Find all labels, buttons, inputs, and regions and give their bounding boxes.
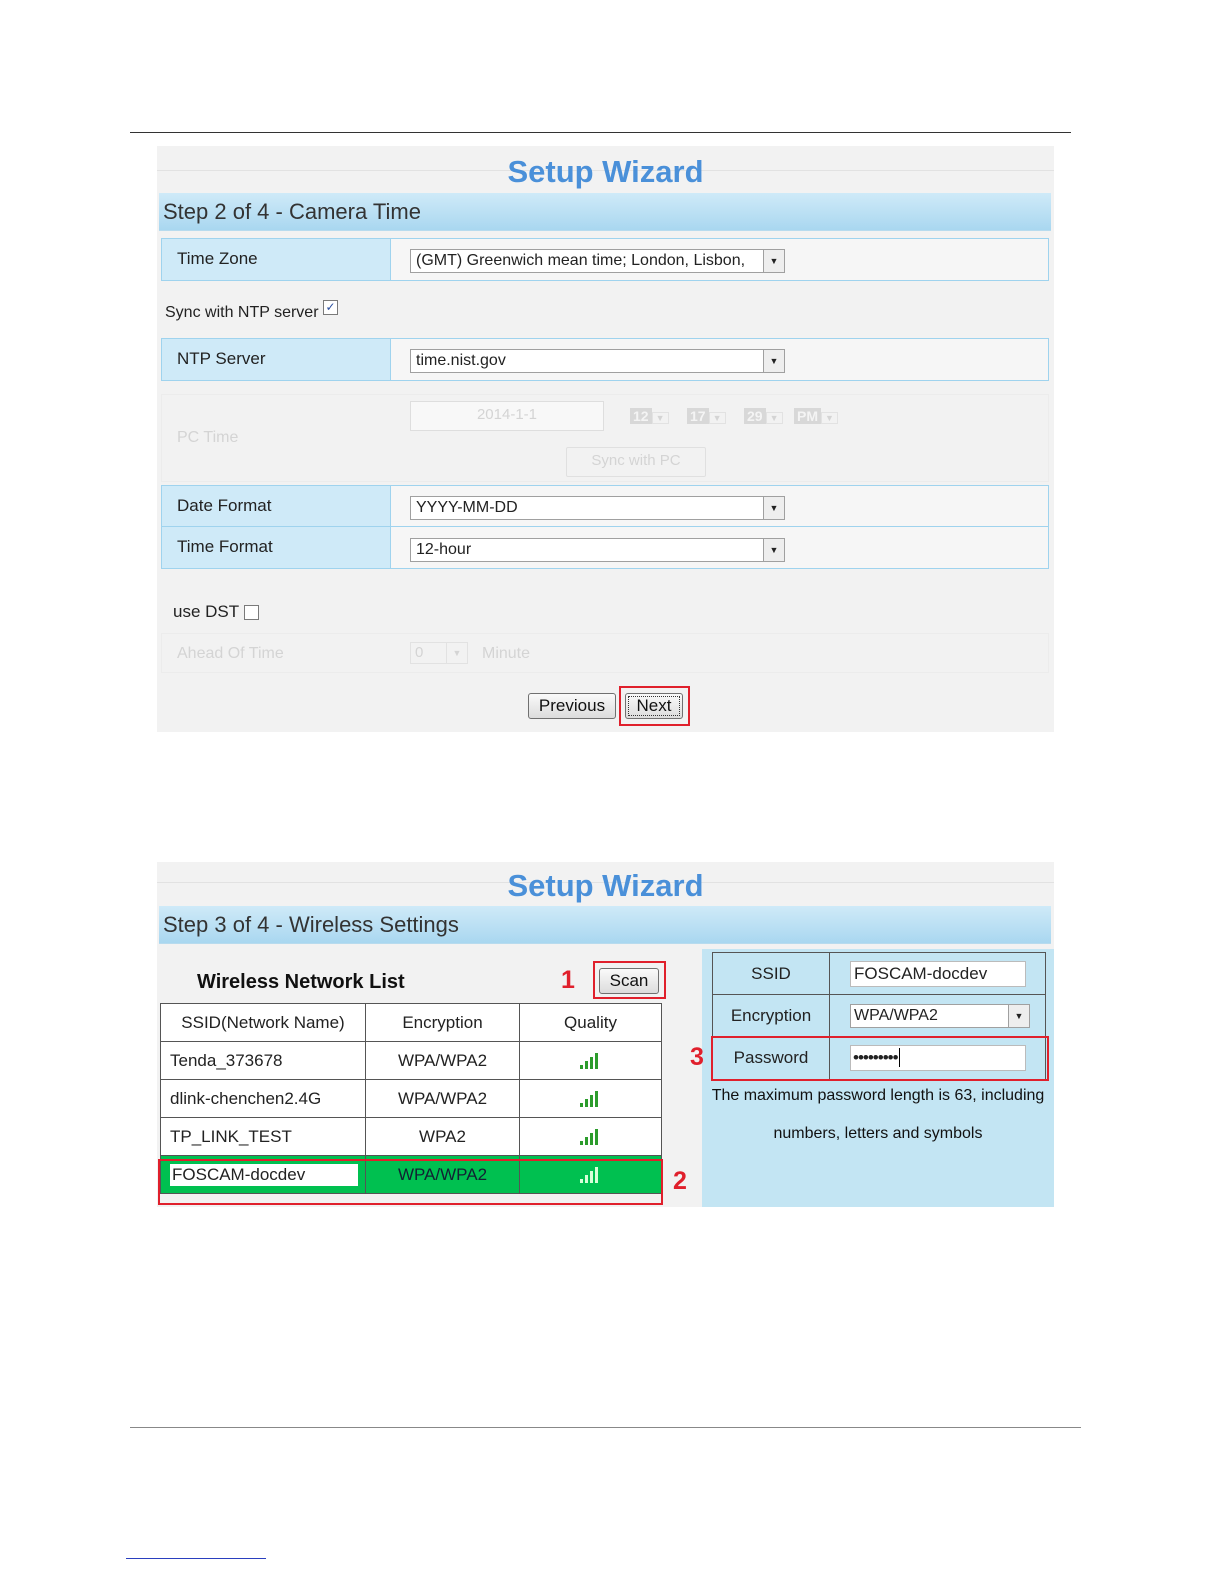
ssid-label: SSID [712,952,830,995]
ahead-of-time-value: 0 [415,644,424,661]
pc-hour-select: 12 ▼ [630,407,669,425]
step-header: Step 3 of 4 - Wireless Settings [159,906,1051,944]
scan-button[interactable]: Scan [599,968,659,994]
table-row[interactable]: TP_LINK_TEST WPA2 [160,1117,662,1156]
pc-time-row: PC Time 2014-1-1 12 ▼ 17 ▼ 29 ▼ PM ▼ Sync wi… [161,394,1049,482]
ntp-server-label: NTP Server [162,339,391,380]
ssid-input[interactable]: FOSCAM-docdev [850,960,1026,987]
column-header-encryption: Encryption [365,1003,520,1042]
annotation-1: 1 [561,966,575,994]
pc-ampm-value: PM [794,408,821,424]
network-ssid: dlink-chenchen2.4G [160,1079,366,1118]
chevron-down-icon[interactable]: ▼ [763,250,784,272]
date-format-value: YYYY-MM-DD [416,499,518,516]
footer-link-underline [126,1558,266,1559]
network-ssid: Tenda_373678 [160,1041,366,1080]
column-header-ssid: SSID(Network Name) [160,1003,366,1042]
password-note: The maximum password length is 63, inclu… [702,1077,1054,1153]
encryption-row: Encryption WPA/WPA2 ▼ [712,994,1046,1037]
table-header: SSID(Network Name) Encryption Quality [160,1003,662,1042]
chevron-down-icon[interactable]: ▼ [763,497,784,519]
wizard-title: Setup Wizard [507,868,704,903]
pc-hour-value: 12 [630,408,652,424]
previous-button[interactable]: Previous [528,693,616,719]
network-list-title: Wireless Network List [197,971,405,993]
chevron-down-icon: ▼ [708,412,726,424]
page-bottom-rule [130,1427,1081,1428]
sync-ntp-checkbox[interactable]: ✓ [322,300,338,315]
use-dst-checkbox[interactable] [243,605,259,621]
sync-with-pc-label: Sync with PC [591,452,681,469]
page-top-rule [130,132,1071,133]
chevron-down-icon: ▼ [765,412,783,424]
encryption-value: WPA/WPA2 [854,1006,938,1024]
next-button[interactable]: Next [625,693,683,719]
signal-strength-icon [579,1091,602,1108]
ahead-of-time-label: Ahead Of Time [177,645,284,662]
signal-strength-icon [579,1053,602,1070]
pc-ampm-select: PM ▼ [794,407,838,425]
table-row[interactable]: dlink-chenchen2.4G WPA/WPA2 [160,1079,662,1118]
chevron-down-icon: ▼ [821,412,838,424]
sync-ntp-option: Sync with NTP server ✓ [165,300,338,322]
ssid-value: FOSCAM-docdev [854,963,988,983]
use-dst-option: use DST [173,602,259,622]
setup-wizard-camera-time: Setup Wizard Step 2 of 4 - Camera Time T… [157,146,1054,732]
column-header-quality: Quality [519,1003,662,1042]
annotation-3: 3 [690,1043,704,1071]
ntp-server-value: time.nist.gov [416,352,506,369]
encryption-select[interactable]: WPA/WPA2 ▼ [850,1003,1030,1028]
date-format-row: Date Format YYYY-MM-DD ▼ [161,485,1049,527]
network-encryption: WPA/WPA2 [365,1041,520,1080]
ahead-of-time-stepper: 0 ▼ [410,642,468,664]
pc-minute-select: 17 ▼ [687,407,726,425]
annotation-2: 2 [673,1167,687,1195]
time-format-label: Time Format [162,527,391,568]
chevron-down-icon: ▼ [446,643,467,663]
selected-network-highlight [158,1159,663,1205]
network-encryption: WPA/WPA2 [365,1079,520,1118]
time-zone-select[interactable]: (GMT) Greenwich mean time; London, Lisbo… [410,249,785,273]
ahead-of-time-row: Ahead Of Time 0 ▼ Minute [161,633,1049,673]
time-format-select[interactable]: 12-hour ▼ [410,538,785,562]
time-zone-row: Time Zone (GMT) Greenwich mean time; Lon… [161,238,1049,281]
table-row[interactable]: Tenda_373678 WPA/WPA2 [160,1041,662,1080]
date-format-label: Date Format [162,486,391,526]
chevron-down-icon[interactable]: ▼ [1008,1004,1029,1027]
password-note-line1: The maximum password length is 63, inclu… [711,1087,1045,1104]
chevron-down-icon: ▼ [651,412,669,424]
time-format-value: 12-hour [416,541,472,558]
encryption-label: Encryption [712,994,830,1037]
time-zone-value: (GMT) Greenwich mean time; London, Lisbo… [416,252,746,269]
date-format-select[interactable]: YYYY-MM-DD ▼ [410,496,785,520]
step-header: Step 2 of 4 - Camera Time [159,193,1051,231]
pc-time-label: PC Time [177,429,239,446]
sync-ntp-label: Sync with NTP server [165,304,319,321]
password-highlight [711,1036,1049,1081]
ssid-row: SSID FOSCAM-docdev [712,952,1046,995]
chevron-down-icon[interactable]: ▼ [763,539,784,561]
time-zone-label: Time Zone [162,239,391,280]
time-format-row: Time Format 12-hour ▼ [161,526,1049,569]
signal-strength-icon [579,1129,602,1146]
pc-date-value: 2014-1-1 [476,406,538,423]
ahead-of-time-unit: Minute [482,645,531,662]
network-encryption: WPA2 [365,1117,520,1156]
pc-second-select: 29 ▼ [744,407,783,425]
pc-minute-value: 17 [687,408,709,424]
password-note-line2: numbers, letters and symbols [773,1125,983,1142]
setup-wizard-wireless: Setup Wizard Step 3 of 4 - Wireless Sett… [157,862,1054,1207]
wizard-title: Setup Wizard [507,154,704,189]
pc-second-value: 29 [744,408,766,424]
use-dst-label: use DST [173,602,239,621]
ntp-server-select[interactable]: time.nist.gov ▼ [410,349,785,373]
ntp-server-row: NTP Server time.nist.gov ▼ [161,338,1049,381]
sync-with-pc-button: Sync with PC [566,447,706,477]
pc-date-input: 2014-1-1 [410,401,604,431]
network-ssid: TP_LINK_TEST [160,1117,366,1156]
chevron-down-icon[interactable]: ▼ [763,350,784,372]
